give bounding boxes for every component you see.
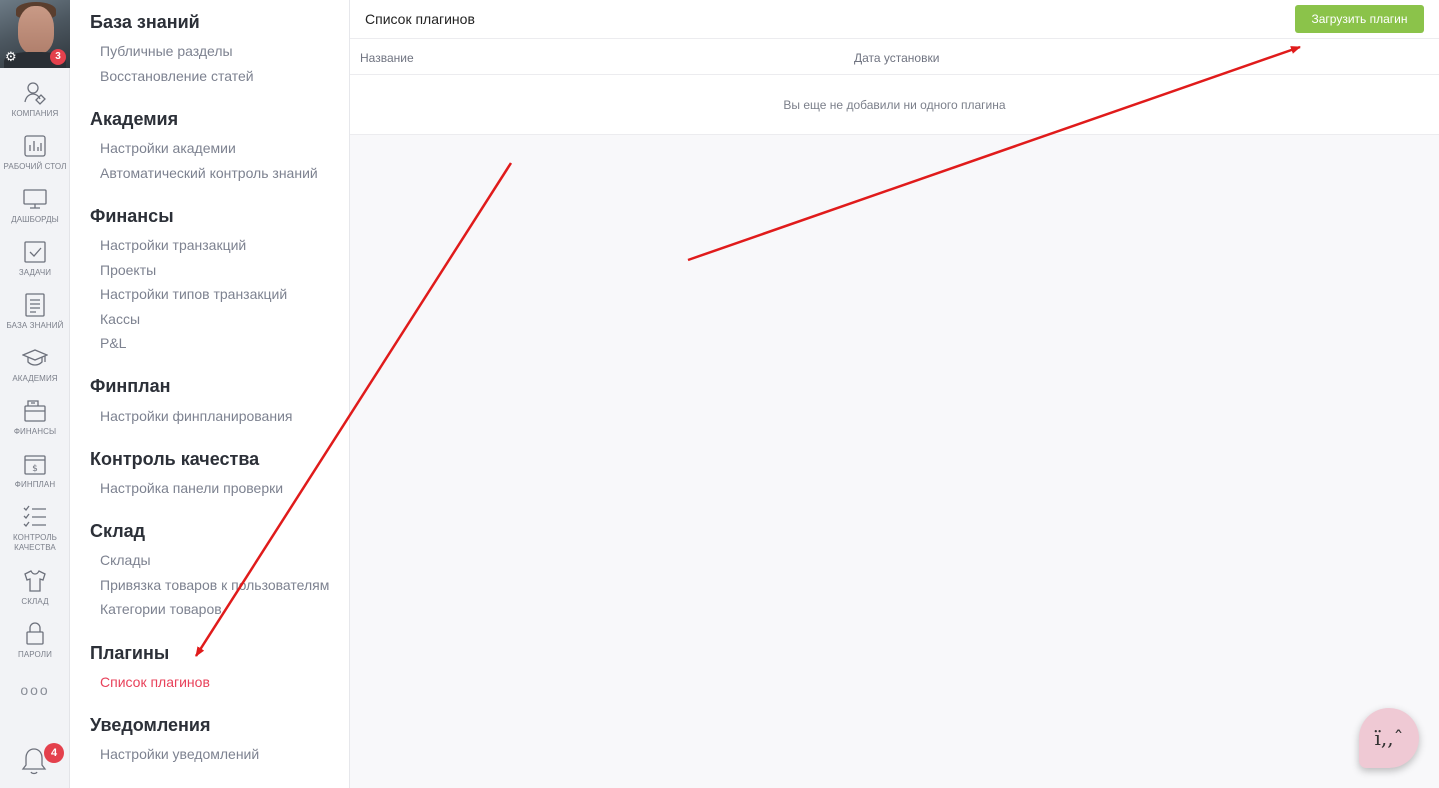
section-title-finance: Финансы <box>90 206 174 226</box>
section-title-plugins: Плагины <box>90 643 170 663</box>
icon-rail: ⚙ 3 КОМПАНИЯ РАБОЧИЙ СТОЛ ДАШБОРДЫ ЗАДАЧ… <box>0 0 70 788</box>
svg-text:$: $ <box>32 464 38 474</box>
link-cash-desks[interactable]: Кассы <box>100 311 140 327</box>
nav-item-tasks[interactable]: ЗАДАЧИ <box>0 239 70 278</box>
nav-label: АКАДЕМИЯ <box>12 374 58 383</box>
checkbox-icon <box>24 241 46 263</box>
link-transaction-types[interactable]: Настройки типов транзакций <box>100 286 287 302</box>
settings-menu: База знаний Публичные разделы Восстановл… <box>70 0 350 788</box>
main-content: Список плагинов Загрузить плагин Названи… <box>350 0 1439 788</box>
nav-label: ДАШБОРДЫ <box>11 215 59 224</box>
nav-item-finplan[interactable]: $ ФИНПЛАН <box>0 451 70 490</box>
section-title-quality-control: Контроль качества <box>90 449 260 469</box>
monitor-icon <box>23 189 47 209</box>
chat-widget-button[interactable]: ї,,ˆ <box>1359 708 1419 768</box>
link-academy-settings[interactable]: Настройки академии <box>100 140 236 156</box>
nav-label: РАБОЧИЙ СТОЛ <box>3 162 67 171</box>
company-icon <box>24 82 46 105</box>
nav-item-academy[interactable]: АКАДЕМИЯ <box>0 345 70 384</box>
nav-label: СКЛАД <box>21 597 49 606</box>
more-menu-icon[interactable]: ooo <box>0 682 70 698</box>
nav-item-knowledge-base[interactable]: БАЗА ЗНАНИЙ <box>0 292 70 331</box>
link-goods-to-users[interactable]: Привязка товаров к пользователям <box>100 577 329 593</box>
bar-chart-icon <box>24 135 46 157</box>
link-article-recovery[interactable]: Восстановление статей <box>100 68 254 84</box>
nav-item-dashboards[interactable]: ДАШБОРДЫ <box>0 186 70 225</box>
main-header: Список плагинов Загрузить плагин <box>350 0 1439 39</box>
nav-item-warehouse[interactable]: СКЛАД <box>0 568 70 607</box>
section-title-notifications: Уведомления <box>90 715 211 735</box>
link-plugin-list[interactable]: Список плагинов <box>100 674 210 690</box>
nav-label: ЗАДАЧИ <box>18 268 52 277</box>
link-warehouses[interactable]: Склады <box>100 552 151 568</box>
empty-state-message: Вы еще не добавили ни одного плагина <box>350 75 1439 135</box>
nav-label: ФИНАНСЫ <box>13 427 57 436</box>
nav-item-quality-control[interactable]: КОНТРОЛЬ КАЧЕСТВА <box>0 504 70 553</box>
nav-label: ПАРОЛИ <box>18 650 52 659</box>
cash-register-icon: $ <box>24 455 46 475</box>
checklist-icon <box>23 505 46 527</box>
table-header: Название Дата установки <box>350 39 1439 75</box>
link-public-sections[interactable]: Публичные разделы <box>100 43 233 59</box>
nav-label: БАЗА ЗНАНИЙ <box>6 321 64 330</box>
avatar[interactable]: ⚙ 3 <box>0 0 70 68</box>
link-review-panel-settings[interactable]: Настройка панели проверки <box>100 480 283 496</box>
nav-label: КОНТРОЛЬ КАЧЕСТВА <box>12 533 58 552</box>
column-header-name[interactable]: Название <box>360 51 414 65</box>
section-title-academy: Академия <box>90 109 179 129</box>
document-icon <box>25 293 45 317</box>
link-projects[interactable]: Проекты <box>100 262 156 278</box>
nav-item-passwords[interactable]: ПАРОЛИ <box>0 621 70 660</box>
link-pnl[interactable]: P&L <box>100 335 126 351</box>
page-title: Список плагинов <box>365 11 475 27</box>
column-header-install-date[interactable]: Дата установки <box>854 51 939 65</box>
lock-icon <box>26 622 44 645</box>
link-notification-settings[interactable]: Настройки уведомлений <box>100 746 259 762</box>
section-title-knowledge-base: База знаний <box>90 12 200 32</box>
avatar-badge: 3 <box>50 49 66 65</box>
nav-item-desktop[interactable]: РАБОЧИЙ СТОЛ <box>0 133 70 172</box>
notifications-badge: 4 <box>44 743 64 763</box>
nav-label: ФИНПЛАН <box>14 480 56 489</box>
link-transaction-settings[interactable]: Настройки транзакций <box>100 237 246 253</box>
graduation-cap-icon <box>22 349 48 366</box>
link-finplan-settings[interactable]: Настройки финпланирования <box>100 408 292 424</box>
nav-item-finance[interactable]: ФИНАНСЫ <box>0 398 70 437</box>
nav-label: КОМПАНИЯ <box>11 109 59 118</box>
nav-item-company[interactable]: КОМПАНИЯ <box>0 80 70 119</box>
section-title-finplan: Финплан <box>90 376 171 396</box>
gear-icon[interactable]: ⚙ <box>5 50 17 63</box>
section-title-warehouse: Склад <box>90 521 146 541</box>
upload-plugin-button[interactable]: Загрузить плагин <box>1295 5 1424 33</box>
link-auto-knowledge-control[interactable]: Автоматический контроль знаний <box>100 165 318 181</box>
tshirt-icon <box>24 570 46 592</box>
wallet-icon <box>24 400 46 422</box>
link-goods-categories[interactable]: Категории товаров <box>100 601 222 617</box>
